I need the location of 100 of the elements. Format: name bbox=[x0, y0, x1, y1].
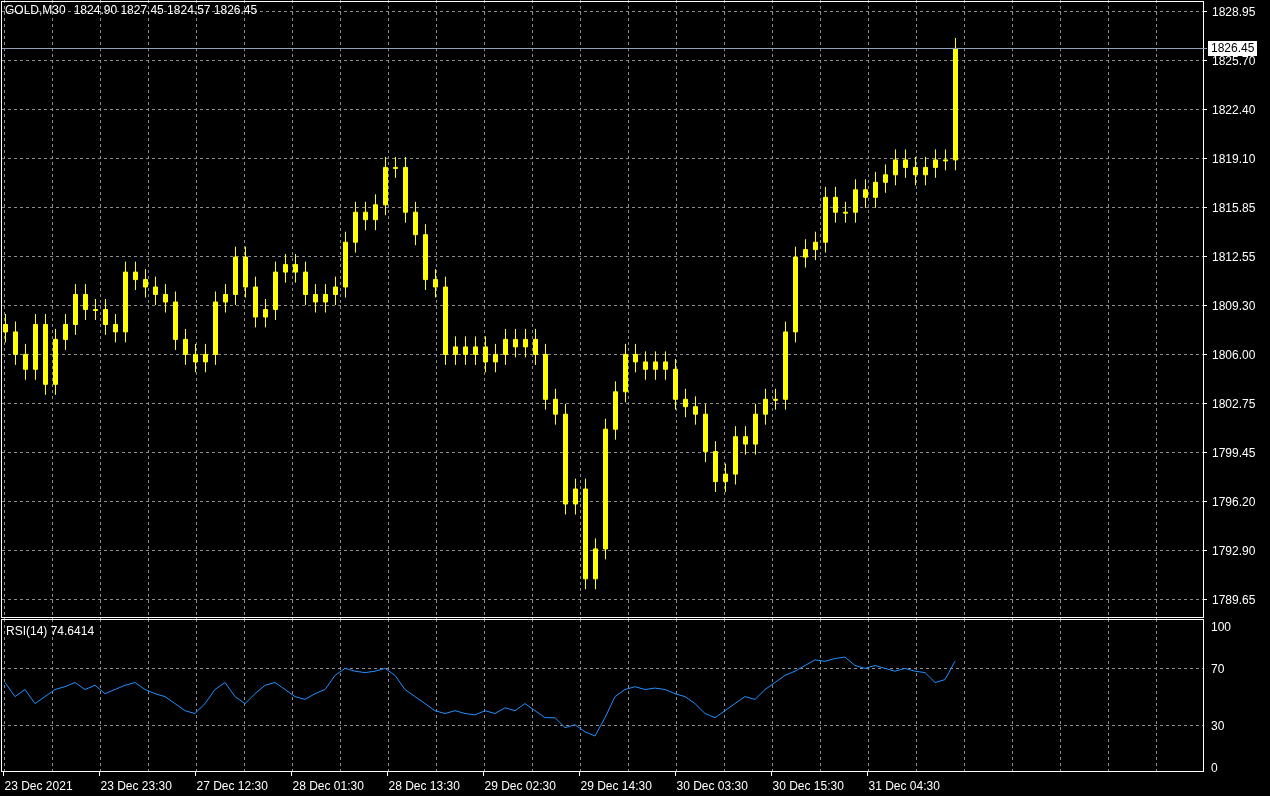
time-axis-label: 23 Dec 2021 bbox=[4, 779, 73, 793]
candlestick bbox=[833, 186, 838, 224]
candlestick bbox=[373, 193, 378, 231]
price-axis-label: 1792.90 bbox=[1212, 543, 1256, 558]
candlestick bbox=[553, 388, 558, 426]
candlestick bbox=[413, 201, 418, 246]
candlestick bbox=[623, 343, 628, 403]
candlestick bbox=[273, 261, 278, 321]
candlestick bbox=[83, 283, 88, 321]
candlestick bbox=[103, 298, 108, 336]
candlestick bbox=[803, 238, 808, 269]
candlestick bbox=[753, 403, 758, 456]
candlestick bbox=[873, 171, 878, 209]
symbol-label: GOLD,M30 bbox=[5, 3, 66, 17]
candlestick bbox=[393, 156, 398, 179]
candlestick bbox=[853, 178, 858, 224]
candlestick bbox=[693, 395, 698, 426]
candlestick bbox=[843, 201, 848, 224]
candlestick bbox=[3, 313, 8, 343]
candlestick bbox=[243, 246, 248, 298]
candlestick bbox=[113, 313, 118, 343]
candlestick bbox=[643, 350, 648, 381]
rsi-axis-label: 70 bbox=[1211, 661, 1225, 676]
price-axis-label: 1825.70 bbox=[1212, 53, 1256, 68]
indicator-label: RSI(14) 74.6414 bbox=[6, 624, 95, 638]
candlestick bbox=[263, 298, 268, 328]
candlestick bbox=[53, 328, 58, 396]
ohlc-values: 1824.90 1827.45 1824.57 1826.45 bbox=[73, 3, 258, 17]
candlestick bbox=[743, 425, 748, 456]
time-axis-label: 29 Dec 14:30 bbox=[580, 779, 652, 793]
time-axis-label: 23 Dec 23:30 bbox=[100, 779, 172, 793]
candlestick bbox=[933, 148, 938, 179]
candlestick bbox=[343, 231, 348, 298]
candlestick bbox=[293, 253, 298, 284]
candlestick bbox=[283, 253, 288, 284]
price-axis-label: 1806.00 bbox=[1212, 347, 1256, 362]
time-axis-label: 30 Dec 03:30 bbox=[676, 779, 748, 793]
candlestick bbox=[23, 343, 28, 381]
rsi-axis-label: 100 bbox=[1211, 619, 1232, 634]
candlestick bbox=[523, 328, 528, 358]
candlestick bbox=[183, 328, 188, 366]
candlestick bbox=[513, 328, 518, 358]
candlestick bbox=[573, 478, 578, 515]
price-axis-label: 1815.85 bbox=[1212, 200, 1256, 215]
candlestick bbox=[913, 156, 918, 186]
candlestick bbox=[153, 276, 158, 306]
candlestick bbox=[653, 350, 658, 381]
candlestick bbox=[353, 201, 358, 254]
candlestick bbox=[733, 425, 738, 485]
time-axis-label: 31 Dec 04:30 bbox=[868, 779, 940, 793]
candlestick bbox=[403, 156, 408, 224]
candlestick bbox=[173, 291, 178, 351]
price-axis-label: 1812.55 bbox=[1212, 249, 1256, 264]
candlestick bbox=[943, 148, 948, 171]
candlestick bbox=[723, 463, 728, 493]
candlestick bbox=[483, 335, 488, 373]
candlestick bbox=[303, 261, 308, 306]
candlestick bbox=[633, 343, 638, 373]
candlestick bbox=[903, 148, 908, 179]
candlestick bbox=[223, 283, 228, 313]
candlestick bbox=[143, 268, 148, 298]
candlestick bbox=[363, 201, 368, 231]
candlestick bbox=[193, 343, 198, 373]
candlestick bbox=[663, 350, 668, 381]
candlestick bbox=[763, 388, 768, 426]
price-axis-label: 1796.20 bbox=[1212, 494, 1256, 509]
candlestick bbox=[713, 440, 718, 493]
rsi-axis-label: 0 bbox=[1211, 760, 1218, 775]
time-axis-label: 27 Dec 12:30 bbox=[196, 779, 268, 793]
candlestick bbox=[233, 246, 238, 306]
candlestick bbox=[533, 328, 538, 366]
price-axis-label: 1828.95 bbox=[1212, 4, 1256, 19]
candlestick bbox=[73, 283, 78, 336]
price-axis-label: 1799.45 bbox=[1212, 445, 1256, 460]
candlestick bbox=[493, 343, 498, 373]
candlestick bbox=[503, 328, 508, 366]
candlestick bbox=[333, 276, 338, 306]
candlestick bbox=[883, 163, 888, 194]
candlestick bbox=[203, 343, 208, 373]
candlestick bbox=[313, 283, 318, 313]
candlestick bbox=[433, 268, 438, 298]
time-axis-label: 28 Dec 01:30 bbox=[292, 779, 364, 793]
time-axis-label: 30 Dec 15:30 bbox=[772, 779, 844, 793]
candlestick bbox=[703, 403, 708, 463]
candlestick bbox=[823, 186, 828, 254]
candlestick bbox=[543, 343, 548, 411]
price-axis-label: 1789.65 bbox=[1212, 592, 1256, 607]
candlestick bbox=[673, 358, 678, 411]
candlestick bbox=[453, 335, 458, 366]
candlestick bbox=[63, 313, 68, 351]
candlestick bbox=[463, 335, 468, 366]
candlestick bbox=[893, 148, 898, 186]
candlestick bbox=[683, 388, 688, 418]
price-axis-label: 1822.40 bbox=[1212, 102, 1256, 117]
rsi-axis-label: 30 bbox=[1211, 718, 1225, 733]
price-axis-label: 1819.10 bbox=[1212, 151, 1256, 166]
candlestick bbox=[383, 156, 388, 216]
current-price-tag: 1826.45 bbox=[1208, 40, 1258, 56]
candlestick bbox=[773, 388, 778, 411]
candlestick bbox=[323, 283, 328, 313]
